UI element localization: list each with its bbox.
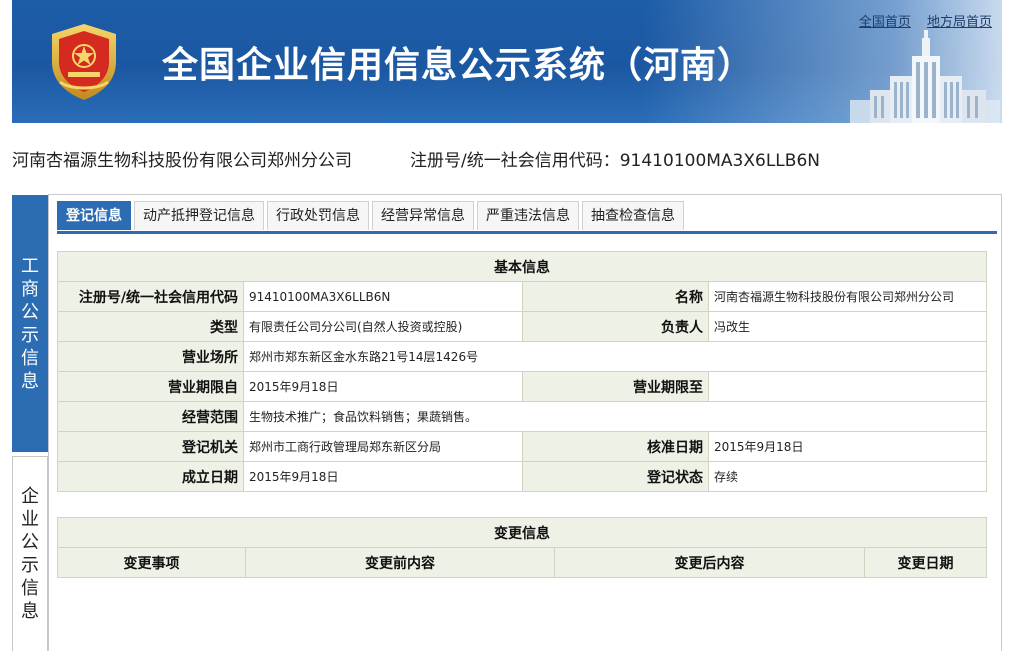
side-tab-char: 息 [21,370,39,392]
top-links: 全国首页 地方局首页 [859,11,992,30]
field-label: 核准日期 [522,431,709,462]
side-tab-char: 商 [21,278,39,300]
side-tab-enterprise-publicity[interactable]: 企 业 公 示 信 息 [12,456,48,651]
side-tab-char: 企 [21,486,39,507]
field-value [708,371,987,402]
field-label: 营业期限至 [522,371,709,402]
tab-chattel-mortgage[interactable]: 动产抵押登记信息 [134,201,264,230]
field-value: 郑州市郑东新区金水东路21号14层1426号 [243,341,987,372]
field-label: 营业场所 [57,341,244,372]
table-row: 营业场所 郑州市郑东新区金水东路21号14层1426号 [57,341,987,372]
company-name: 河南杏福源生物科技股份有限公司郑州分公司 [12,151,352,171]
field-value: 2015年9月18日 [243,371,523,402]
field-value: 生物技术推广；食品饮料销售；果蔬销售。 [243,401,987,432]
company-summary: 河南杏福源生物科技股份有限公司郑州分公司 注册号/统一社会信用代码：9141010… [12,146,1002,171]
field-label: 登记状态 [522,461,709,492]
field-label: 成立日期 [57,461,244,492]
reg-label: 注册号/统一社会信用代码： [410,151,620,171]
field-label: 登记机关 [57,431,244,462]
field-label: 负责人 [522,311,709,342]
tab-abnormal-operation[interactable]: 经营异常信息 [372,201,474,230]
change-info-caption: 变更信息 [57,517,987,548]
info-tabs: 登记信息 动产抵押登记信息 行政处罚信息 经营异常信息 严重违法信息 抽查检查信… [57,201,997,234]
column-header: 变更后内容 [554,547,865,578]
tab-serious-violation[interactable]: 严重违法信息 [477,201,579,230]
side-tab-char: 息 [21,601,39,622]
change-info-table: 变更信息 变更事项 变更前内容 变更后内容 变更日期 [57,517,987,578]
side-tab-char: 示 [21,555,39,576]
column-header: 变更事项 [57,547,246,578]
field-value: 郑州市工商行政管理局郑东新区分局 [243,431,523,462]
side-tab-char: 公 [21,301,39,323]
field-label: 类型 [57,311,244,342]
table-header-row: 变更事项 变更前内容 变更后内容 变更日期 [57,547,987,578]
content-panel: 登记信息 动产抵押登记信息 行政处罚信息 经营异常信息 严重违法信息 抽查检查信… [48,194,1002,651]
table-row: 经营范围 生物技术推广；食品饮料销售；果蔬销售。 [57,401,987,432]
table-row: 登记机关 郑州市工商行政管理局郑东新区分局 核准日期 2015年9月18日 [57,431,987,462]
side-tab-char: 示 [21,324,39,346]
side-tab-char: 公 [21,532,39,553]
table-row: 类型 有限责任公司分公司(自然人投资或控股) 负责人 冯改生 [57,311,987,342]
tab-registration[interactable]: 登记信息 [57,201,131,230]
field-value: 2015年9月18日 [708,431,987,462]
table-row: 成立日期 2015年9月18日 登记状态 存续 [57,461,987,492]
local-home-link[interactable]: 地方局首页 [927,15,992,30]
header-banner: 全国企业信用信息公示系统（河南） 全国首页 地方局首页 [12,0,1002,123]
tab-spot-check[interactable]: 抽查检查信息 [582,201,684,230]
field-value: 存续 [708,461,987,492]
column-header: 变更前内容 [245,547,555,578]
side-tab-char: 信 [21,347,39,369]
table-row: 注册号/统一社会信用代码 91410100MA3X6LLB6N 名称 河南杏福源… [57,281,987,312]
field-value: 2015年9月18日 [243,461,523,492]
side-tab-char: 信 [21,578,39,599]
side-tab-char: 工 [21,255,39,277]
field-label: 经营范围 [57,401,244,432]
field-value: 91410100MA3X6LLB6N [243,281,523,312]
basic-info-table: 基本信息 注册号/统一社会信用代码 91410100MA3X6LLB6N 名称 … [57,251,987,492]
field-value: 冯改生 [708,311,987,342]
emblem-icon [52,24,116,100]
reg-code: 91410100MA3X6LLB6N [619,151,820,171]
field-value: 河南杏福源生物科技股份有限公司郑州分公司 [708,281,987,312]
site-title: 全国企业信用信息公示系统（河南） [162,45,755,86]
side-tab-business-publicity[interactable]: 工 商 公 示 信 息 [12,195,48,452]
building-illustration [850,30,1000,123]
field-label: 注册号/统一社会信用代码 [57,281,244,312]
side-tab-char: 业 [21,509,39,530]
national-home-link[interactable]: 全国首页 [859,15,911,30]
tab-admin-penalty[interactable]: 行政处罚信息 [267,201,369,230]
table-row: 营业期限自 2015年9月18日 营业期限至 [57,371,987,402]
field-label: 名称 [522,281,709,312]
basic-info-caption: 基本信息 [57,251,987,282]
column-header: 变更日期 [864,547,987,578]
field-label: 营业期限自 [57,371,244,402]
field-value: 有限责任公司分公司(自然人投资或控股) [243,311,523,342]
